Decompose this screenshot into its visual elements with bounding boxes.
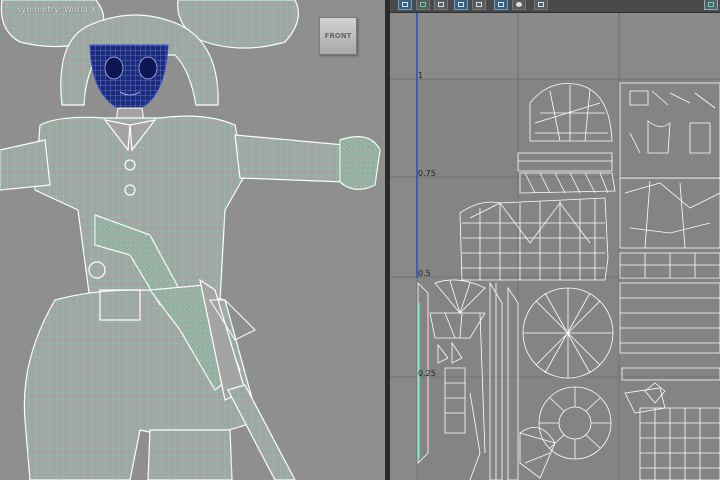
uv-grid [390, 13, 720, 480]
uv-tick-v-05: 0.5 [418, 269, 431, 278]
uv-shaded-icon[interactable] [434, 0, 448, 10]
uv-tick-v-1: 1 [418, 71, 424, 80]
view-cube-label: FRONT [324, 32, 352, 40]
uv-menu-button[interactable] [704, 0, 718, 10]
uv-editor-panel: 1 0.75 0.5 0.25 [390, 0, 720, 480]
uv-checker-icon[interactable] [454, 0, 468, 10]
uv-pin-icon[interactable] [512, 0, 526, 10]
uv-toolbar [390, 0, 720, 13]
uv-snapshot-icon[interactable] [416, 0, 430, 10]
uv-tick-v-075: 0.75 [418, 169, 436, 178]
left-arm-mesh [0, 139, 51, 191]
uv-frame-icon[interactable] [398, 0, 412, 10]
uv-grid-icon[interactable] [494, 0, 508, 10]
symmetry-label: Symmetry: World X [16, 5, 97, 14]
torso-mesh [34, 115, 246, 309]
right-arm-mesh [234, 134, 381, 190]
uv-distortion-icon[interactable] [472, 0, 486, 10]
uv-tick-v-025: 0.25 [418, 369, 436, 378]
character-mesh[interactable] [0, 0, 385, 480]
face-mesh-selected [89, 44, 169, 113]
uv-canvas[interactable]: 1 0.75 0.5 0.25 [390, 13, 720, 480]
uv-isolate-icon[interactable] [534, 0, 548, 10]
view-cube[interactable]: FRONT [319, 17, 357, 55]
perspective-viewport[interactable]: Symmetry: World X FRONT [0, 0, 385, 480]
